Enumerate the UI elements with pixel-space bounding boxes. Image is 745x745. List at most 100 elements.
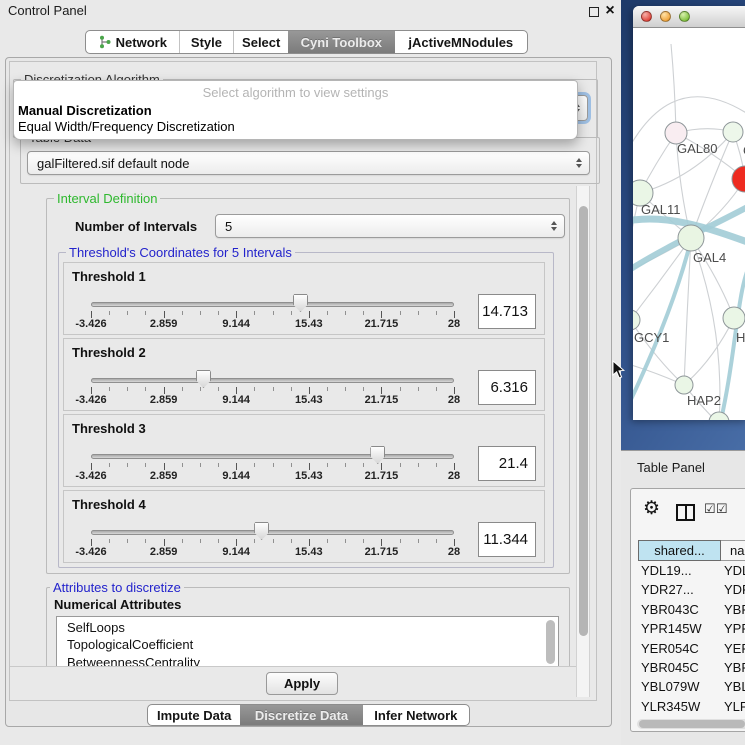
cell-shared-name: YBL079W <box>641 677 700 696</box>
split-columns-icon[interactable] <box>676 504 695 521</box>
threshold-value-field[interactable]: 11.344 <box>478 522 536 557</box>
threshold-slider-thumb[interactable] <box>370 446 385 464</box>
table-row[interactable]: YIL052CYIL0 <box>638 716 745 718</box>
threshold-slider-thumb[interactable] <box>293 294 308 312</box>
tick-mark <box>291 311 292 315</box>
mac-zoom-button[interactable] <box>679 11 690 22</box>
network-node[interactable] <box>678 225 704 251</box>
tick-mark <box>182 311 183 315</box>
tick-label: 28 <box>427 318 481 330</box>
table-data-combo[interactable]: galFiltered.sif default node <box>27 151 590 175</box>
tick-mark <box>127 463 128 467</box>
threshold-slider-thumb[interactable] <box>196 370 211 388</box>
list-scrollbar[interactable] <box>546 620 555 664</box>
tick-mark <box>436 463 437 467</box>
network-node[interactable] <box>675 376 693 394</box>
thresholds-group-title: Threshold's Coordinates for 5 Intervals <box>66 245 295 260</box>
threshold-panel: Threshold 1-3.4262.8599.14415.4321.71528… <box>63 262 545 335</box>
node-label: GCY1 <box>634 330 669 345</box>
tick-mark <box>254 463 255 467</box>
network-node[interactable] <box>633 310 640 330</box>
threshold-slider-track[interactable] <box>91 530 454 535</box>
mouse-cursor <box>612 360 625 379</box>
list-item[interactable]: SelfLoops <box>57 619 558 636</box>
tab-cyni-toolbox[interactable]: Cyni Toolbox <box>288 31 395 53</box>
tick-mark <box>91 387 92 394</box>
cell-shared-name: YBR043C <box>641 600 699 619</box>
table-row[interactable]: YBR045CYBR0 <box>638 658 745 677</box>
apply-button[interactable]: Apply <box>266 672 338 695</box>
settings-vertical-scrollbar[interactable] <box>576 186 590 697</box>
gear-icon[interactable]: ⚙ <box>643 498 660 520</box>
tab-label: jActiveMNodules <box>408 35 513 50</box>
mac-close-button[interactable] <box>641 11 652 22</box>
tab-infer-network[interactable]: Infer Network <box>363 705 469 725</box>
mac-minimize-button[interactable] <box>660 11 671 22</box>
table-row[interactable]: YBL079WYBL0 <box>638 677 745 696</box>
tick-label: 28 <box>427 546 481 558</box>
network-node[interactable] <box>723 307 745 329</box>
tab-label: Discretize Data <box>255 708 348 723</box>
tick-mark <box>436 311 437 315</box>
table-row[interactable]: YER054CYER0 <box>638 639 745 658</box>
threshold-value-field[interactable]: 21.4 <box>478 446 536 481</box>
checkbox-icon[interactable]: ☑ <box>704 501 716 517</box>
table-row[interactable]: YPR145WYPR1 <box>638 619 745 638</box>
network-canvas[interactable]: GAL80GCGAL11GAL4GCY1HHAP2 <box>633 28 745 420</box>
column-header-name[interactable]: name <box>721 540 745 561</box>
table-row[interactable]: YDL19...YDL1 <box>638 561 745 580</box>
threshold-slider-thumb[interactable] <box>254 522 269 540</box>
threshold-label: Threshold 3 <box>72 421 146 436</box>
tick-mark <box>454 539 455 546</box>
cell-name: YBR0 <box>724 658 745 677</box>
network-node[interactable] <box>723 122 743 142</box>
network-window-titlebar <box>633 6 745 28</box>
threshold-slider-track[interactable] <box>91 302 454 307</box>
tick-mark <box>164 463 165 470</box>
list-item[interactable]: TopologicalCoefficient <box>57 636 558 653</box>
tab-jactivemnodules[interactable]: jActiveMNodules <box>395 31 527 53</box>
scrollbar-thumb[interactable] <box>639 720 745 728</box>
tab-impute-data[interactable]: Impute Data <box>148 705 240 725</box>
table-row[interactable]: YDR27...YDR2 <box>638 580 745 599</box>
tick-mark <box>254 387 255 391</box>
column-header-shared-name[interactable]: shared... <box>638 540 721 561</box>
number-of-intervals-label: Number of Intervals <box>75 219 197 234</box>
numeric-attr-list[interactable]: SelfLoopsTopologicalCoefficientBetweenne… <box>56 616 559 667</box>
tick-label: 2.859 <box>137 394 191 406</box>
tick-mark <box>327 539 328 543</box>
threshold-value-field[interactable]: 14.713 <box>478 294 536 329</box>
table-horizontal-scrollbar[interactable] <box>637 719 745 729</box>
tab-discretize-data[interactable]: Discretize Data <box>240 705 362 725</box>
tick-mark <box>182 539 183 543</box>
table-row[interactable]: YLR345WYLR3 <box>638 697 745 716</box>
tab-network[interactable]: Network <box>86 31 179 53</box>
network-node[interactable] <box>709 412 729 420</box>
tab-select[interactable]: Select <box>233 31 288 53</box>
popup-option-manual-discretization[interactable]: Manual Discretization <box>18 103 152 118</box>
number-of-intervals-combo[interactable]: 5 <box>215 214 565 238</box>
tab-style[interactable]: Style <box>179 31 234 53</box>
tick-mark <box>345 311 346 315</box>
table-data-combo-value: galFiltered.sif default node <box>37 152 189 174</box>
close-icon[interactable]: × <box>601 1 619 21</box>
tick-mark <box>273 387 274 391</box>
tick-mark <box>236 463 237 470</box>
checkbox-icon[interactable]: ☑ <box>716 501 728 517</box>
threshold-value-field[interactable]: 6.316 <box>478 370 536 405</box>
table-row[interactable]: YBR043CYBR0 <box>638 600 745 619</box>
tick-mark <box>309 311 310 318</box>
cell-shared-name: YIL052C <box>641 716 692 718</box>
tick-label: 21.715 <box>354 546 408 558</box>
list-item[interactable]: BetweennessCentrality <box>57 654 558 667</box>
tick-mark <box>327 387 328 391</box>
interval-definition-title: Interval Definition <box>54 191 160 206</box>
threshold-slider-track[interactable] <box>91 454 454 459</box>
threshold-slider-track[interactable] <box>91 378 454 383</box>
scrollbar-thumb[interactable] <box>579 206 588 636</box>
float-window-icon[interactable] <box>589 7 599 17</box>
popup-option-equal-width-frequency[interactable]: Equal Width/Frequency Discretization <box>18 119 235 134</box>
tick-label: 28 <box>427 394 481 406</box>
tick-label: 21.715 <box>354 318 408 330</box>
cell-name: YPR1 <box>724 619 745 638</box>
